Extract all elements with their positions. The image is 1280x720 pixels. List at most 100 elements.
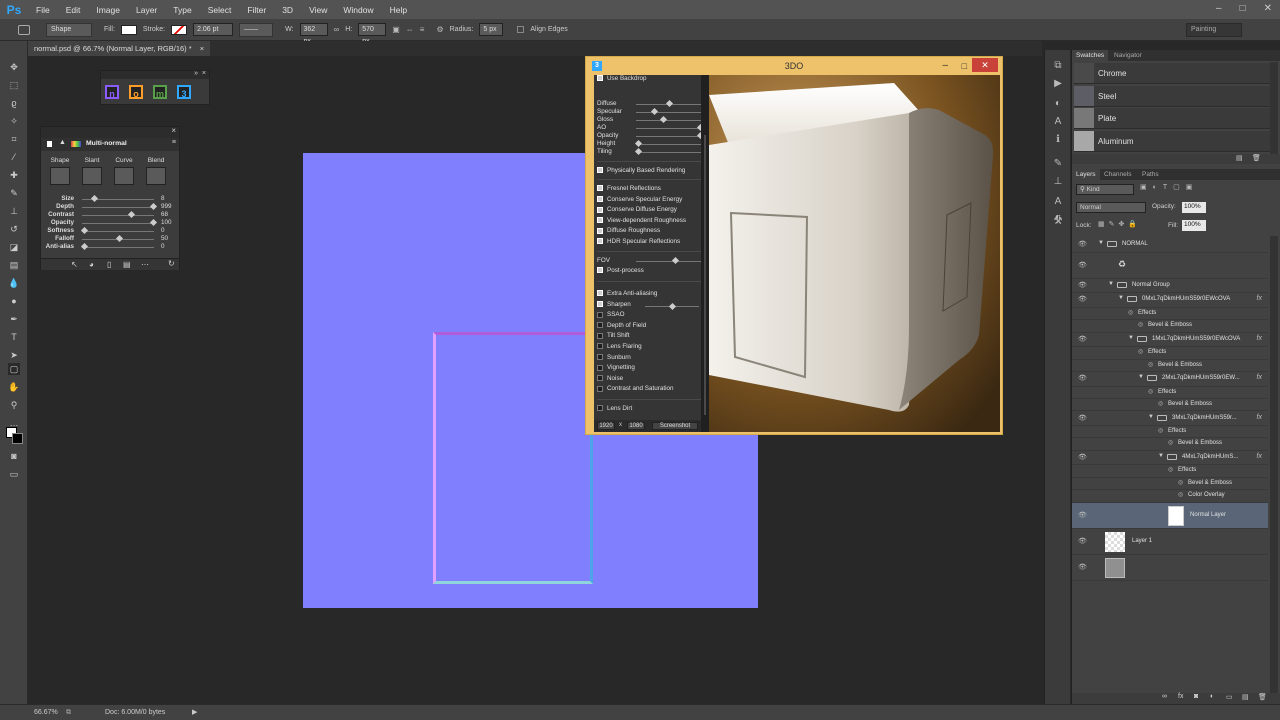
screenshot-button[interactable]: Screenshot bbox=[652, 422, 698, 430]
effect-eye-icon[interactable]: ◎ bbox=[1158, 400, 1163, 407]
plugin-m-icon[interactable]: m bbox=[153, 85, 167, 99]
3do-maximize-icon[interactable]: □ bbox=[962, 57, 967, 75]
mode-shape-button[interactable] bbox=[50, 167, 70, 185]
res-width-field[interactable]: 1920 bbox=[597, 422, 615, 430]
height-field[interactable]: 570 px bbox=[358, 23, 387, 45]
checkbox[interactable] bbox=[597, 167, 603, 174]
tab-close-icon[interactable]: × bbox=[200, 44, 204, 53]
post-option-sunburn[interactable]: Sunburn bbox=[597, 354, 631, 364]
menu-type[interactable]: Type bbox=[165, 5, 199, 15]
pbr-sub-option[interactable]: Conserve Specular Energy bbox=[597, 196, 682, 206]
menu-edit[interactable]: Edit bbox=[58, 5, 89, 15]
layer-row[interactable]: 👁 ▼ 0MxL7qDkmHUmS59r0EWcOVA fx bbox=[1072, 293, 1268, 308]
actions-icon[interactable]: ▶ bbox=[1052, 78, 1064, 90]
layer-filter-select[interactable]: ⚲ Kind bbox=[1076, 184, 1134, 195]
pick-tool-icon[interactable]: ↖ bbox=[71, 260, 78, 269]
param-slider[interactable] bbox=[82, 247, 154, 248]
zoom-level[interactable]: 66.67% bbox=[34, 705, 58, 720]
visibility-eye-icon[interactable]: 👁 bbox=[1078, 295, 1087, 303]
pbr-sub-option[interactable]: View-dependent Roughness bbox=[597, 217, 686, 227]
effects-eye-icon[interactable]: ◎ bbox=[1138, 348, 1143, 355]
3do-viewport[interactable] bbox=[709, 75, 1000, 432]
magic-wand-icon[interactable]: ✧ bbox=[8, 115, 20, 127]
slider-track[interactable] bbox=[636, 261, 702, 262]
param-value[interactable]: 8 bbox=[161, 195, 165, 202]
layer-row[interactable]: 👁 ▼ Normal Group bbox=[1072, 279, 1268, 294]
param-value[interactable]: 68 bbox=[161, 211, 168, 218]
mode-curve-button[interactable] bbox=[114, 167, 134, 185]
visibility-eye-icon[interactable]: 👁 bbox=[1078, 563, 1087, 571]
menu-image[interactable]: Image bbox=[88, 5, 128, 15]
add-mask-icon[interactable]: ◙ bbox=[1194, 693, 1198, 700]
blur-tool-icon[interactable]: 💧 bbox=[8, 277, 20, 289]
post-option-noise[interactable]: Noise bbox=[597, 375, 623, 385]
pbr-sub-option[interactable]: Conserve Diffuse Energy bbox=[597, 206, 677, 216]
post-process-option[interactable]: Post-process bbox=[597, 267, 644, 277]
layer-row[interactable]: 👁 ▼ 1MxL7qDkmHUmS59r0EWcOVA fx bbox=[1072, 333, 1268, 348]
panel-menu-icon[interactable]: ≡ bbox=[172, 139, 176, 146]
visibility-eye-icon[interactable]: 👁 bbox=[1078, 374, 1087, 382]
effects-eye-icon[interactable]: ◎ bbox=[1158, 427, 1163, 434]
document-tab[interactable]: normal.psd @ 66.7% (Normal Layer, RGB/16… bbox=[28, 41, 211, 56]
checkbox[interactable] bbox=[597, 332, 603, 339]
effect-eye-icon[interactable]: ◎ bbox=[1178, 491, 1183, 498]
lasso-tool-icon[interactable]: ϱ bbox=[8, 97, 20, 109]
effect-eye-icon[interactable]: ◎ bbox=[1168, 439, 1173, 446]
delete-swatch-icon[interactable]: 🗑 bbox=[1252, 154, 1261, 162]
blend-mode-select[interactable]: Normal bbox=[1076, 202, 1146, 213]
close-icon[interactable]: ✕ bbox=[1264, 3, 1272, 14]
info-icon[interactable]: ℹ bbox=[1052, 134, 1064, 146]
param-slider-knob[interactable] bbox=[149, 202, 158, 211]
path-ops-icon[interactable]: ▣ bbox=[392, 25, 400, 34]
param-slider[interactable] bbox=[82, 231, 154, 232]
checkbox[interactable] bbox=[597, 206, 603, 213]
checkbox[interactable] bbox=[597, 405, 603, 412]
slider-knob[interactable] bbox=[650, 107, 658, 116]
layers-scrollbar[interactable] bbox=[1270, 236, 1278, 696]
panel-close-icon[interactable]: × bbox=[202, 70, 206, 77]
param-value[interactable]: 0 bbox=[161, 227, 165, 234]
post-option-extra-anti-aliasing[interactable]: Extra Anti-aliasing bbox=[597, 290, 657, 300]
menu-select[interactable]: Select bbox=[200, 5, 240, 15]
adjustments-icon[interactable]: ◐ bbox=[1052, 98, 1064, 110]
mode-slant-button[interactable] bbox=[82, 167, 102, 185]
fill-swatch[interactable] bbox=[120, 24, 137, 35]
menu-3d[interactable]: 3D bbox=[274, 5, 301, 15]
sharpen-slider-knob[interactable] bbox=[668, 302, 677, 310]
menu-file[interactable]: File bbox=[28, 5, 58, 15]
layer-row[interactable]: 👁 Layer 1 bbox=[1072, 529, 1268, 555]
3do-minimize-icon[interactable]: – bbox=[942, 57, 948, 75]
eraser-icon[interactable]: ◪ bbox=[8, 241, 20, 253]
new-group-icon[interactable]: ▭ bbox=[1226, 693, 1233, 701]
param-slider-knob[interactable] bbox=[91, 194, 99, 203]
post-option-vignetting[interactable]: Vignetting bbox=[597, 364, 635, 374]
group-arrow-icon[interactable]: ▼ bbox=[1128, 335, 1134, 341]
checkbox[interactable] bbox=[597, 185, 603, 192]
healing-brush-icon[interactable]: ✚ bbox=[8, 169, 20, 181]
clone-source-icon[interactable]: ⊥ bbox=[1052, 176, 1064, 188]
param-value[interactable]: 999 bbox=[161, 203, 172, 210]
group-arrow-icon[interactable]: ▼ bbox=[1158, 453, 1164, 459]
new-layer-icon[interactable]: ▤ bbox=[1242, 693, 1249, 701]
effect-eye-icon[interactable]: ◎ bbox=[1138, 321, 1143, 328]
pbr-sub-option[interactable]: Fresnel Reflections bbox=[597, 185, 661, 195]
tab-swatches[interactable]: Swatches bbox=[1072, 50, 1109, 61]
3do-scrollbar[interactable] bbox=[701, 75, 709, 432]
checkbox[interactable] bbox=[597, 375, 603, 382]
visibility-eye-icon[interactable]: 👁 bbox=[1078, 414, 1087, 422]
panel-collapse-icon[interactable]: » bbox=[194, 70, 198, 77]
checkbox[interactable] bbox=[597, 195, 603, 202]
3do-close-button[interactable]: ✕ bbox=[972, 58, 998, 72]
refresh-icon[interactable]: ↻ bbox=[168, 259, 175, 268]
layer-row[interactable]: 👁 ▼ NORMAL bbox=[1072, 238, 1268, 253]
swatch-chrome[interactable]: Chrome bbox=[1074, 63, 1270, 84]
checkbox[interactable] bbox=[597, 322, 603, 329]
zoom-export-icon[interactable]: ⧉ bbox=[66, 705, 71, 720]
checkbox[interactable] bbox=[597, 227, 603, 234]
param-value[interactable]: 100 bbox=[161, 219, 172, 226]
layer-row[interactable]: 👁 Normal Layer bbox=[1072, 502, 1268, 529]
marquee-tool-icon[interactable]: ⬚ bbox=[8, 79, 20, 91]
layer-effect-row[interactable]: ◎ Color Overlay bbox=[1072, 490, 1268, 503]
minimize-icon[interactable]: – bbox=[1216, 3, 1222, 14]
brush-tool-icon[interactable]: ✎ bbox=[8, 187, 20, 199]
